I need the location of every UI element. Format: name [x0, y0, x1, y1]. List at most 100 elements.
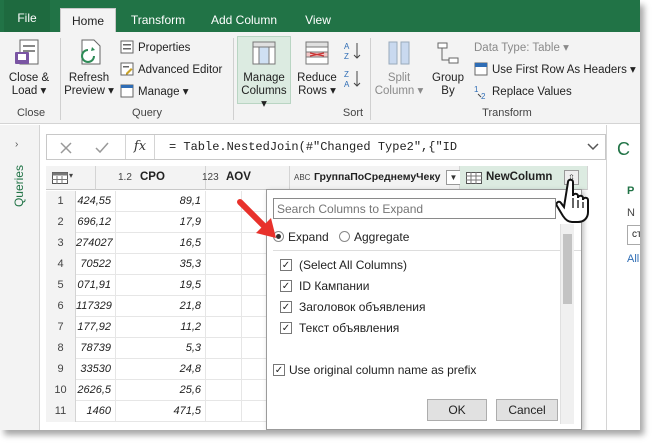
manage-button[interactable]: Manage ▾	[138, 85, 189, 99]
tab-add-column[interactable]: Add Column	[202, 8, 286, 32]
cell-value[interactable]: 35,3	[116, 254, 206, 275]
fx-button[interactable]: fx	[125, 135, 155, 159]
cell-value[interactable]: 16,5	[116, 233, 206, 254]
refresh-label-2: Preview ▾	[64, 85, 114, 97]
cell-value[interactable]	[206, 380, 242, 401]
refresh-label-1: Refresh	[68, 72, 110, 84]
cell-value[interactable]: 19,5	[116, 275, 206, 296]
table-row[interactable]: 11 1460 471,5	[46, 401, 286, 422]
row-number[interactable]: 7	[46, 317, 76, 338]
table-row[interactable]: 7 177,92 11,2	[46, 317, 286, 338]
row-number[interactable]: 9	[46, 359, 76, 380]
cell-value[interactable]: 1460	[76, 401, 116, 422]
formula-text[interactable]: = Table.NestedJoin(#"Changed Type2",{"ID	[169, 140, 457, 154]
cell-value[interactable]: 70522	[76, 254, 116, 275]
cancel-button[interactable]: Cancel	[496, 399, 558, 421]
cell-value[interactable]: 424,55	[76, 191, 116, 212]
tab-home[interactable]: Home	[60, 8, 116, 32]
cell-value[interactable]: 471,5	[116, 401, 206, 422]
sort-descending-icon[interactable]: Z A	[344, 68, 362, 90]
type-integer-icon[interactable]: 123	[202, 172, 219, 183]
column-header-group[interactable]: ABC ГруппаПоСреднемуЧеку ▼	[290, 166, 461, 190]
column-checkbox[interactable]: ✓	[280, 322, 292, 334]
row-number[interactable]: 8	[46, 338, 76, 359]
cell-value[interactable]: 78739	[76, 338, 116, 359]
cell-value[interactable]: 2626,5	[76, 380, 116, 401]
column-header-cpo[interactable]: 1.2 CPO ▼	[96, 166, 247, 190]
row-number[interactable]: 6	[46, 296, 76, 317]
cell-value[interactable]: 177,92	[76, 317, 116, 338]
row-number[interactable]: 3	[46, 233, 76, 254]
aggregate-radio[interactable]	[339, 231, 350, 242]
cell-value[interactable]	[206, 338, 242, 359]
cell-value[interactable]: 89,1	[116, 191, 206, 212]
cancel-formula-icon[interactable]	[59, 141, 73, 155]
table-row[interactable]: 6 117329 21,8	[46, 296, 286, 317]
cell-value[interactable]: 5,3	[116, 338, 206, 359]
type-decimal-icon[interactable]: 1.2	[118, 172, 132, 183]
ok-button[interactable]: OK	[427, 399, 487, 421]
query-name-input[interactable]: ст	[627, 225, 640, 245]
table-row[interactable]: 8 78739 5,3	[46, 338, 286, 359]
scrollbar-thumb[interactable]	[563, 234, 572, 304]
table-menu-header[interactable]: ▾ ▼	[46, 166, 111, 190]
select-all-checkbox[interactable]: ✓	[280, 259, 292, 271]
column-dropdown[interactable]: ▼	[446, 170, 461, 185]
cell-value[interactable]: 33530	[76, 359, 116, 380]
cell-value[interactable]: 071,91	[76, 275, 116, 296]
cell-value[interactable]: 11,2	[116, 317, 206, 338]
column-checkbox[interactable]: ✓	[280, 301, 292, 313]
cell-value[interactable]: 17,9	[116, 212, 206, 233]
use-first-row-button[interactable]: Use First Row As Headers ▾	[492, 63, 636, 77]
split-column-button[interactable]: Split Column ▾	[374, 36, 424, 104]
cell-value[interactable]: 21,8	[116, 296, 206, 317]
expand-queries-icon[interactable]: ›	[15, 139, 18, 150]
type-text-icon[interactable]: ABC	[294, 173, 310, 182]
cell-value[interactable]: 274027	[76, 233, 116, 254]
row-number[interactable]: 1	[46, 191, 76, 212]
prefix-checkbox[interactable]: ✓	[273, 364, 285, 376]
cell-value[interactable]	[206, 359, 242, 380]
table-row[interactable]: 4 70522 35,3	[46, 254, 286, 275]
cell-value[interactable]: 117329	[76, 296, 116, 317]
advanced-editor-button[interactable]: Advanced Editor	[138, 63, 222, 77]
table-row[interactable]: 10 2626,5 25,6	[46, 380, 286, 401]
cell-value[interactable]	[206, 401, 242, 422]
close-load-button[interactable]: Close & Load ▾	[6, 36, 52, 106]
tab-transform[interactable]: Transform	[122, 8, 194, 32]
search-columns-input[interactable]	[273, 198, 556, 219]
row-number[interactable]: 5	[46, 275, 76, 296]
row-number[interactable]: 4	[46, 254, 76, 275]
data-type-dropdown[interactable]: Data Type: Table ▾	[474, 41, 569, 55]
all-properties-link[interactable]: All	[627, 253, 639, 265]
row-number[interactable]: 2	[46, 212, 76, 233]
tab-file[interactable]: File	[4, 0, 50, 32]
row-number[interactable]: 11	[46, 401, 76, 422]
sort-ascending-icon[interactable]: A Z	[344, 40, 362, 62]
properties-button[interactable]: Properties	[138, 41, 190, 55]
table-row[interactable]: 5 071,91 19,5	[46, 275, 286, 296]
replace-values-button[interactable]: Replace Values	[492, 85, 572, 99]
cell-value[interactable]	[206, 296, 242, 317]
column-checkbox[interactable]: ✓	[280, 280, 292, 292]
table-type-icon[interactable]	[466, 172, 482, 184]
manage-columns-button[interactable]: Manage Columns ▾	[237, 36, 291, 110]
tab-view[interactable]: View	[296, 8, 340, 32]
cell-value[interactable]	[206, 275, 242, 296]
cell-value[interactable]: 696,12	[76, 212, 116, 233]
column-header-aov[interactable]: 123 AOV	[202, 166, 290, 190]
queries-label[interactable]: Queries	[12, 165, 26, 207]
row-number[interactable]: 10	[46, 380, 76, 401]
group-by-button[interactable]: Group By	[428, 36, 468, 104]
chevron-down-icon[interactable]	[587, 143, 599, 151]
cell-value[interactable]	[206, 317, 242, 338]
table-row[interactable]: 9 33530 24,8	[46, 359, 286, 380]
refresh-preview-button[interactable]: Refresh Preview ▾	[64, 36, 114, 106]
cell-value[interactable]	[206, 254, 242, 275]
cell-value[interactable]: 25,6	[116, 380, 206, 401]
cell-value[interactable]: 24,8	[116, 359, 206, 380]
popup-scrollbar[interactable]	[560, 224, 574, 424]
confirm-formula-icon[interactable]	[95, 141, 109, 155]
reduce-rows-button[interactable]: Reduce Rows ▾	[294, 36, 340, 104]
table-icon[interactable]	[52, 172, 68, 184]
